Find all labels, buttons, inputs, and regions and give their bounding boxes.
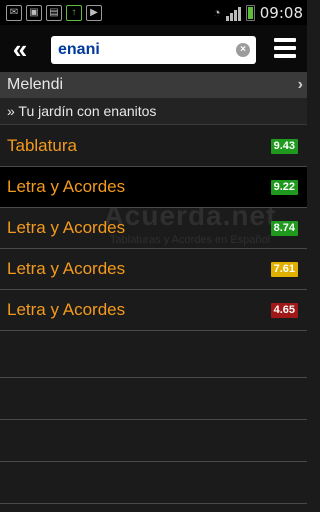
- artist-name: Melendi: [7, 76, 64, 93]
- search-input[interactable]: [58, 41, 228, 59]
- score-badge: 4.65: [270, 303, 298, 318]
- score-badge: 7.61: [270, 262, 298, 277]
- menu-icon-bar: [274, 38, 296, 42]
- result-title: Letra y Acordes: [7, 177, 126, 196]
- score-badge: 9.22: [270, 180, 298, 195]
- score-badge: 8.74: [270, 221, 298, 236]
- empty-row: [0, 336, 307, 378]
- list-item[interactable]: Letra y Acordes 4.65: [0, 290, 307, 331]
- empty-row: [0, 420, 307, 462]
- back-button[interactable]: «: [0, 25, 40, 72]
- list-item[interactable]: Letra y Acordes 7.61: [0, 249, 307, 290]
- result-title: Tablatura: [7, 136, 77, 155]
- image-icon: ▣: [26, 4, 42, 21]
- sd-card-icon: ▤: [46, 4, 62, 21]
- wifi-icon: ◔: [212, 5, 221, 20]
- menu-icon-bar: [274, 46, 296, 50]
- score-badge: 9.43: [270, 139, 298, 154]
- result-title: Letra y Acordes: [7, 300, 126, 319]
- clear-icon[interactable]: ×: [236, 43, 250, 57]
- menu-button[interactable]: [274, 38, 296, 58]
- menu-icon-bar: [274, 54, 296, 58]
- list-item[interactable]: Tablatura 9.43: [0, 126, 307, 167]
- result-title: Letra y Acordes: [7, 218, 126, 237]
- upload-icon: ↑: [66, 4, 82, 21]
- result-title: Letra y Acordes: [7, 259, 126, 278]
- signal-icon: [225, 5, 241, 21]
- list-item[interactable]: Letra y Acordes 9.22: [0, 167, 307, 208]
- list-item[interactable]: Letra y Acordes 8.74: [0, 208, 307, 249]
- empty-row: [0, 378, 307, 420]
- search-box[interactable]: ×: [51, 36, 256, 64]
- artist-header[interactable]: Melendi ›: [0, 72, 307, 98]
- album-row[interactable]: » Tu jardín con enanitos: [0, 98, 307, 125]
- battery-icon: [245, 4, 255, 21]
- mail-icon: ✉: [6, 4, 22, 21]
- status-bar: ✉ ▣ ▤ ↑ ▶ ◔ 09:08: [0, 0, 307, 25]
- chevron-right-icon: ›: [297, 76, 303, 93]
- status-time: 09:08: [259, 3, 303, 22]
- play-icon: ▶: [86, 4, 102, 21]
- album-name: » Tu jardín con enanitos: [7, 103, 157, 119]
- empty-row: [0, 462, 307, 504]
- toolbar: « ×: [0, 25, 307, 72]
- results-list: Tablatura 9.43 Letra y Acordes 9.22 Letr…: [0, 126, 307, 331]
